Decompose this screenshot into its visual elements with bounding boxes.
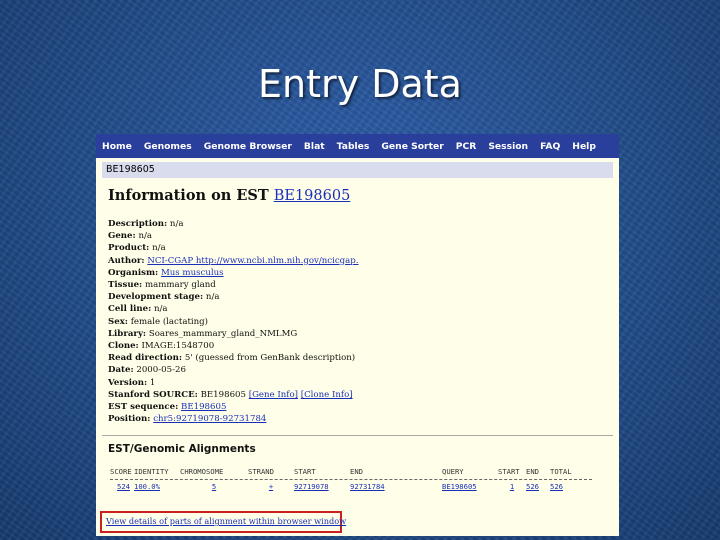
field-stanford-source: Stanford SOURCE: BE198605 [Gene Info] [C… <box>108 389 353 400</box>
field-description: Description: n/a <box>108 219 184 229</box>
gene-info-link[interactable]: [Gene Info] <box>249 390 298 400</box>
col-score: SCORE <box>110 467 132 477</box>
nav-pcr[interactable]: PCR <box>456 141 477 152</box>
top-navbar: Home Genomes Genome Browser Blat Tables … <box>96 134 619 159</box>
col-chromosome: CHROMOSOME <box>180 467 224 477</box>
alignments-heading: EST/Genomic Alignments <box>108 443 256 456</box>
field-sex: Sex: female (lactating) <box>108 316 209 327</box>
col-query: QUERY <box>442 467 464 477</box>
author-link[interactable]: NCI-CGAP http://www.ncbi.nlm.nih.gov/nci… <box>147 256 358 266</box>
heading-prefix: Information on EST <box>108 187 269 204</box>
col-query-start: START <box>498 467 520 477</box>
table-row[interactable]: 524 100.0% 5 + 92719078 92731784 BE19860… <box>110 482 619 492</box>
est-details: Description: n/a Gene: n/a Product: n/a … <box>108 218 619 425</box>
field-product: Product: n/a <box>108 243 166 254</box>
accession-bar: BE198605 <box>102 162 613 178</box>
view-details-highlight: View details of parts of alignment withi… <box>100 511 346 533</box>
field-est-sequence: EST sequence: BE198605 <box>108 402 227 413</box>
organism-link[interactable]: Mus musculus <box>161 268 224 278</box>
nav-session[interactable]: Session <box>488 141 528 152</box>
header-dashes <box>110 479 592 481</box>
browser-screenshot: Home Genomes Genome Browser Blat Tables … <box>96 134 619 536</box>
col-strand: STRAND <box>248 467 274 477</box>
nav-genome-browser[interactable]: Genome Browser <box>204 141 292 152</box>
field-author: Author: NCI-CGAP http://www.ncbi.nlm.nih… <box>108 255 359 266</box>
nav-home[interactable]: Home <box>102 141 132 152</box>
nav-help[interactable]: Help <box>572 141 596 152</box>
col-query-end: END <box>526 467 539 477</box>
field-cell-line: Cell line: n/a <box>108 304 168 315</box>
alignments-table: SCORE IDENTITY CHROMOSOME STRAND START E… <box>110 467 619 492</box>
field-organism: Organism: Mus musculus <box>108 267 224 278</box>
nav-faq[interactable]: FAQ <box>540 141 560 152</box>
field-development-stage: Development stage: n/a <box>108 292 220 303</box>
col-identity: IDENTITY <box>134 467 169 477</box>
field-library: Library: Soares_mammary_gland_NMLMG <box>108 328 298 339</box>
col-total: TOTAL <box>550 467 572 477</box>
field-gene: Gene: n/a <box>108 231 152 242</box>
slide-title: Entry Data <box>258 62 462 106</box>
est-sequence-link[interactable]: BE198605 <box>181 402 226 412</box>
position-link[interactable]: chr5:92719078-92731784 <box>153 414 266 424</box>
nav-genomes[interactable]: Genomes <box>144 141 192 152</box>
page-heading: Information on EST BE198605 <box>108 187 619 204</box>
field-tissue: Tissue: mammary gland <box>108 280 216 291</box>
field-version: Version: 1 <box>108 377 156 388</box>
clone-info-link[interactable]: [Clone Info] <box>301 390 353 400</box>
section-divider <box>102 435 613 437</box>
field-date: Date: 2000-05-26 <box>108 365 186 376</box>
field-position: Position: chr5:92719078-92731784 <box>108 414 267 425</box>
nav-blat[interactable]: Blat <box>304 141 325 152</box>
alignments-header-row: SCORE IDENTITY CHROMOSOME STRAND START E… <box>110 467 619 477</box>
field-read-direction: Read direction: 5' (guessed from GenBank… <box>108 353 356 364</box>
view-details-link[interactable]: View details of parts of alignment withi… <box>106 516 346 526</box>
nav-tables[interactable]: Tables <box>337 141 370 152</box>
col-end: END <box>350 467 363 477</box>
nav-gene-sorter[interactable]: Gene Sorter <box>381 141 443 152</box>
heading-accession-link[interactable]: BE198605 <box>274 188 351 204</box>
field-clone: Clone: IMAGE:1548700 <box>108 341 215 352</box>
col-start: START <box>294 467 316 477</box>
